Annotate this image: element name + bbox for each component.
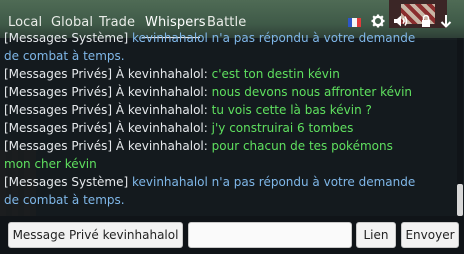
whisper-target-button[interactable]: Message Privé kevinhahalol [8, 222, 183, 248]
arrow-down-icon[interactable] [438, 13, 454, 29]
tab-local[interactable]: Local [8, 15, 42, 30]
chat-scrollbar[interactable] [457, 38, 463, 216]
gear-icon[interactable] [370, 13, 386, 29]
list-item: [Messages Privés] À kevinhahalol: nous d… [4, 85, 413, 99]
send-button[interactable]: Envoyer [401, 222, 459, 248]
tab-battle[interactable]: Battle [207, 15, 246, 30]
language-flag-icon[interactable] [348, 18, 361, 27]
lock-icon[interactable] [418, 13, 434, 29]
list-item: [Messages Système] kevinhahalol n'a pas … [4, 175, 416, 207]
tab-global[interactable]: Global [51, 15, 93, 30]
list-item: [Messages Privés] À kevinhahalol: pour c… [4, 139, 393, 171]
list-item: [Messages Privés] À kevinhahalol: tu voi… [4, 103, 372, 117]
speaker-icon[interactable] [393, 13, 409, 29]
chat-input[interactable] [188, 222, 352, 248]
list-item: [Messages Privés] À kevinhahalol: c'est … [4, 67, 340, 81]
message-list: [Messages Système] kevinhahalol n'a pas … [4, 31, 422, 209]
tab-whispers[interactable]: Whispers [145, 15, 206, 30]
chat-input-row: Message Privé kevinhahalol Lien Envoyer [0, 216, 464, 254]
list-item: [Messages Privés] À kevinhahalol: j'y co… [4, 121, 354, 135]
scrollbar-thumb[interactable] [457, 184, 463, 216]
list-item: [Messages Système] kevinhahalol n'a pas … [4, 31, 416, 63]
tab-trade[interactable]: Trade [99, 15, 135, 30]
link-button[interactable]: Lien [356, 222, 396, 248]
chat-panel: [Messages Système] kevinhahalol n'a pas … [0, 31, 464, 216]
